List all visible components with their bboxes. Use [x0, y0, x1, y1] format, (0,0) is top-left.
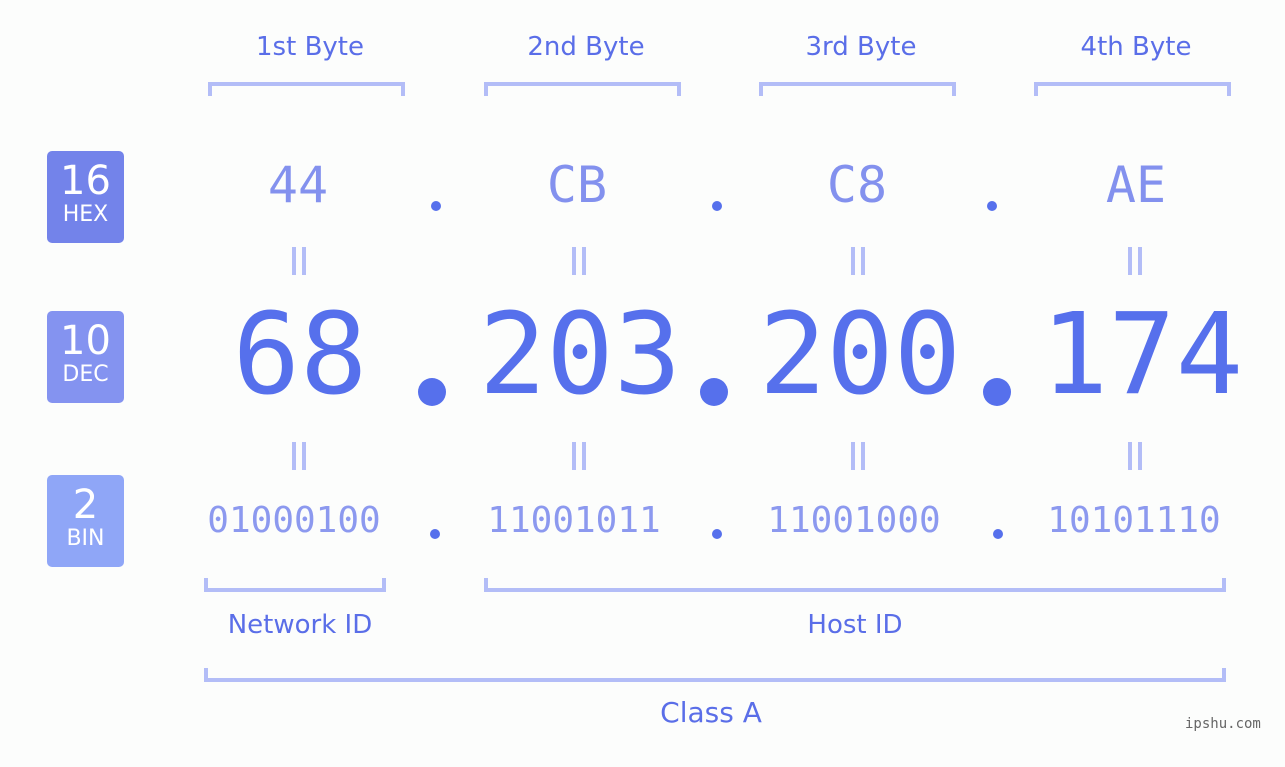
hex-byte-2: CB	[546, 156, 608, 214]
hex-badge-label: HEX	[62, 202, 109, 227]
dec-badge-label: DEC	[62, 362, 109, 387]
equals-icon	[851, 442, 865, 470]
bin-byte-1: 01000100	[207, 500, 381, 541]
hex-badge-number: 16	[60, 158, 111, 204]
bin-separator-dot	[993, 529, 1003, 539]
byte-label-2: 2nd Byte	[527, 32, 645, 62]
hex-byte-3: C8	[826, 156, 888, 214]
equals-icon	[292, 247, 306, 275]
dec-byte-1: 68	[232, 290, 368, 420]
hex-byte-4: AE	[1105, 156, 1167, 214]
dec-separator-dot	[418, 378, 446, 406]
dec-byte-4: 174	[1040, 290, 1244, 420]
byte-label-1: 1st Byte	[256, 32, 364, 62]
dec-byte-3: 200	[758, 290, 962, 420]
bin-badge: 2 BIN	[47, 475, 124, 567]
byte-label-3: 3rd Byte	[805, 32, 917, 62]
equals-icon	[572, 247, 586, 275]
dec-separator-dot	[700, 378, 728, 406]
byte-bracket-2	[484, 82, 681, 96]
hex-separator-dot	[987, 201, 997, 211]
byte-bracket-4	[1034, 82, 1231, 96]
bin-badge-number: 2	[72, 482, 99, 528]
bin-byte-4: 10101110	[1047, 500, 1221, 541]
byte-bracket-3	[759, 82, 956, 96]
equals-icon	[851, 247, 865, 275]
hex-separator-dot	[712, 201, 722, 211]
bin-separator-dot	[430, 529, 440, 539]
bin-byte-3: 11001000	[767, 500, 941, 541]
bin-separator-dot	[712, 529, 722, 539]
byte-label-4: 4th Byte	[1080, 32, 1192, 62]
class-bracket	[204, 668, 1226, 682]
equals-icon	[572, 442, 586, 470]
equals-icon	[1128, 442, 1142, 470]
hex-byte-1: 44	[267, 156, 329, 214]
network-id-label: Network ID	[227, 610, 373, 640]
equals-icon	[292, 442, 306, 470]
bin-badge-label: BIN	[66, 526, 105, 551]
host-id-bracket	[484, 578, 1226, 592]
equals-icon	[1128, 247, 1142, 275]
dec-byte-2: 203	[478, 290, 682, 420]
byte-bracket-1	[208, 82, 405, 96]
class-label: Class A	[660, 696, 762, 729]
hex-badge: 16 HEX	[47, 151, 124, 243]
dec-badge-number: 10	[60, 318, 111, 364]
network-id-bracket	[204, 578, 386, 592]
watermark: ipshu.com	[1185, 716, 1261, 732]
hex-separator-dot	[431, 201, 441, 211]
dec-separator-dot	[983, 378, 1011, 406]
dec-badge: 10 DEC	[47, 311, 124, 403]
bin-byte-2: 11001011	[487, 500, 661, 541]
host-id-label: Host ID	[807, 610, 903, 640]
